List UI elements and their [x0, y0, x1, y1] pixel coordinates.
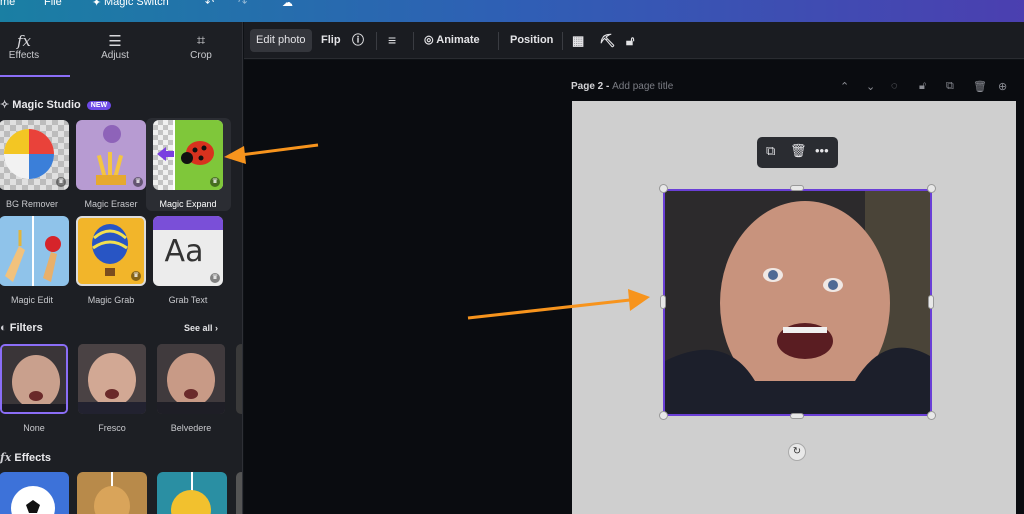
arrow-to-magic-expand [239, 143, 319, 157]
annotation-arrows [224, 143, 650, 320]
arrow-to-photo [467, 298, 631, 320]
arrowhead-right [628, 289, 650, 311]
arrowhead-left [224, 146, 246, 164]
